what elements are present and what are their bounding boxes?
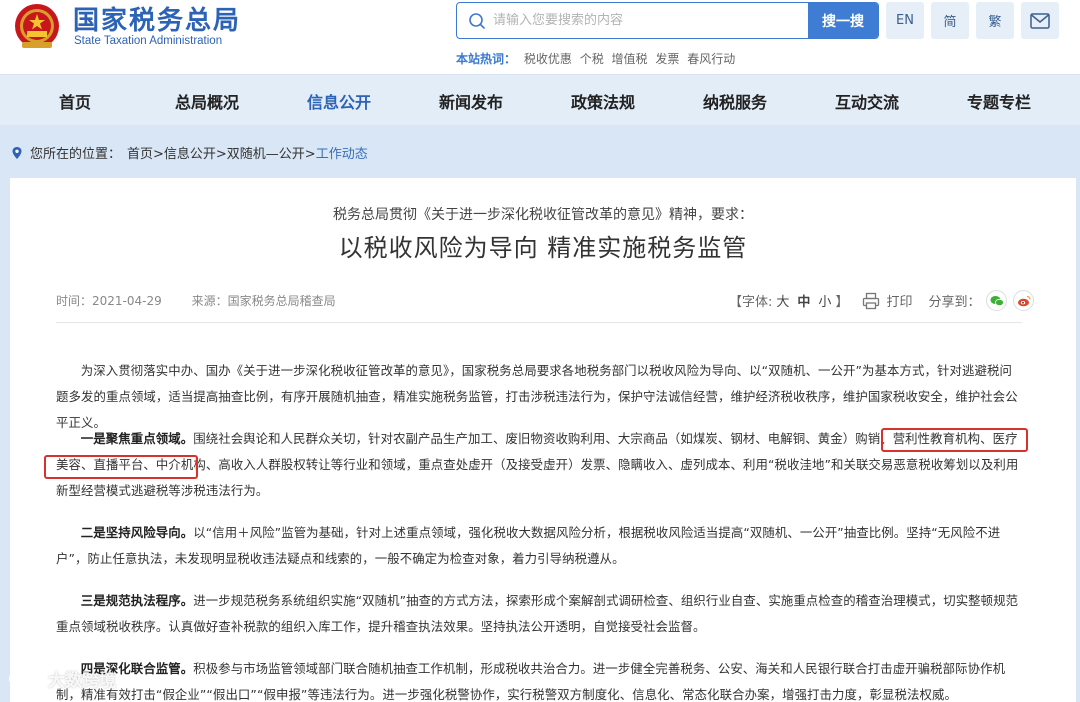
search-box: 搜一搜 xyxy=(456,2,879,39)
nav-item-policy[interactable]: 政策法规 xyxy=(571,89,635,113)
watermark-text: 大数跨境 xyxy=(48,671,116,691)
wechat-icon xyxy=(990,295,1004,306)
search-input[interactable] xyxy=(493,3,809,38)
hot-word[interactable]: 税收优惠 xyxy=(524,52,572,66)
weibo-share-button[interactable] xyxy=(1013,290,1035,311)
hot-word[interactable]: 增值税 xyxy=(612,52,648,66)
article-paragraph: 一是聚焦重点领域。围绕社会舆论和人民群众关切，针对农副产品生产加工、废旧物资收购… xyxy=(56,426,1022,504)
paragraph-text: 以“信用＋风险”监管为基础，针对上述重点领域，强化税收大数据风险分析，根据税收风… xyxy=(56,525,1001,566)
print-button[interactable]: 打印 xyxy=(886,291,912,310)
nav-item-topics[interactable]: 专题专栏 xyxy=(967,89,1031,113)
font-size-small-button[interactable]: 小 xyxy=(818,291,831,310)
article-tools: 【字体: 大 中 小 】 打印 分享到： xyxy=(729,290,1035,311)
hot-word[interactable]: 个税 xyxy=(580,52,604,66)
site-name-en[interactable]: State Taxation Administration xyxy=(74,35,222,47)
nav-item-info-disclosure[interactable]: 信息公开 xyxy=(307,89,371,113)
mail-icon xyxy=(1030,12,1050,29)
print-icon[interactable] xyxy=(862,292,880,310)
article-paragraph: 四是深化联合监管。积极参与市场监管领域部门联合随机抽查工作机制，形成税收共治合力… xyxy=(56,656,1022,702)
site-name-cn[interactable]: 国家税务总局 xyxy=(73,0,241,37)
search-button[interactable]: 搜一搜 xyxy=(808,3,878,38)
paragraph-text: 进一步规范税务系统组织实施“双随机”抽查的方式方法，探索形成个案解剖式调研检查、… xyxy=(56,593,1019,634)
article-paragraph: 二是坚持风险导向。以“信用＋风险”监管为基础，针对上述重点领域，强化税收大数据风… xyxy=(56,520,1022,572)
font-size-label: 【字体: xyxy=(729,295,773,310)
article-paragraph: 为深入贯彻落实中办、国办《关于进一步深化税收征管改革的意见》，国家税务总局要求各… xyxy=(56,358,1022,436)
font-size-close: 】 xyxy=(835,295,849,310)
watermark: 大数跨境 xyxy=(8,666,116,691)
article-pre-title: 税务总局贯彻《关于进一步深化税收征管改革的意见》精神，要求： xyxy=(333,207,753,223)
lang-en-button[interactable]: EN xyxy=(886,2,924,39)
article-title: 以税收风险为导向 精准实施税务监管 xyxy=(338,234,748,262)
nav-item-interaction[interactable]: 互动交流 xyxy=(835,89,899,113)
watermark-logo-icon xyxy=(9,671,41,686)
site-header: 国家税务总局 State Taxation Administration 搜一搜… xyxy=(0,0,1080,74)
font-size-large-button[interactable]: 大 xyxy=(776,291,789,310)
hot-words-label: 本站热词： xyxy=(456,52,517,66)
share-label: 分享到： xyxy=(928,295,981,310)
paragraph-text: 积极参与市场监管领域部门联合随机抽查工作机制，形成税收共治合力。进一步健全完善税… xyxy=(56,661,1006,702)
paragraph-text: 围绕社会舆论和人民群众关切，针对农副产品生产加工、废旧物资收购利用、大宗商品（如… xyxy=(56,431,1019,498)
nav-item-overview[interactable]: 总局概况 xyxy=(175,89,239,113)
paragraph-lead: 一是聚焦重点领域。 xyxy=(80,431,194,446)
mail-button[interactable] xyxy=(1021,2,1059,39)
nav-item-home[interactable]: 首页 xyxy=(59,89,91,113)
article-card: 税务总局贯彻《关于进一步深化税收征管改革的意见》精神，要求： 以税收风险为导向 … xyxy=(10,178,1076,702)
search-icon xyxy=(469,13,485,29)
main-nav: 首页 总局概况 信息公开 新闻发布 政策法规 纳税服务 互动交流 专题专栏 xyxy=(0,74,1080,125)
nav-item-news[interactable]: 新闻发布 xyxy=(439,89,503,113)
lang-traditional-button[interactable]: 繁 xyxy=(976,2,1014,39)
article-paragraph: 三是规范执法程序。进一步规范税务系统组织实施“双随机”抽查的方式方法，探索形成个… xyxy=(56,588,1022,640)
article-meta: 时间：2021-04-29 来源：国家税务总局稽查局 xyxy=(56,292,336,309)
breadcrumb-path[interactable]: 首页>信息公开>双随机—公开> xyxy=(127,143,316,162)
paragraph-text: 为深入贯彻落实中办、国办《关于进一步深化税收征管改革的意见》，国家税务总局要求各… xyxy=(56,363,1018,430)
paragraph-lead: 二是坚持风险导向。 xyxy=(80,525,194,540)
nav-item-tax-service[interactable]: 纳税服务 xyxy=(703,89,767,113)
paragraph-lead: 三是规范执法程序。 xyxy=(80,593,194,608)
breadcrumb: 您所在的位置： 首页>信息公开>双随机—公开> 工作动态 xyxy=(10,143,368,162)
hot-words: 本站热词： 税收优惠 个税 增值税 发票 春风行动 xyxy=(456,50,735,67)
lang-simplified-button[interactable]: 简 xyxy=(931,2,969,39)
breadcrumb-label: 您所在的位置： xyxy=(30,147,122,162)
national-emblem-icon[interactable] xyxy=(12,2,62,52)
wechat-share-button[interactable] xyxy=(986,290,1008,311)
article-source: 来源：国家税务总局稽查局 xyxy=(191,294,336,308)
location-icon xyxy=(12,146,22,159)
weibo-icon xyxy=(1017,295,1031,306)
article-time: 时间：2021-04-29 xyxy=(56,294,162,308)
hot-word[interactable]: 发票 xyxy=(655,52,679,66)
article-divider xyxy=(56,322,1022,323)
font-size-medium-button[interactable]: 中 xyxy=(797,291,810,310)
hot-word[interactable]: 春风行动 xyxy=(687,52,735,66)
breadcrumb-current[interactable]: 工作动态 xyxy=(316,143,368,162)
